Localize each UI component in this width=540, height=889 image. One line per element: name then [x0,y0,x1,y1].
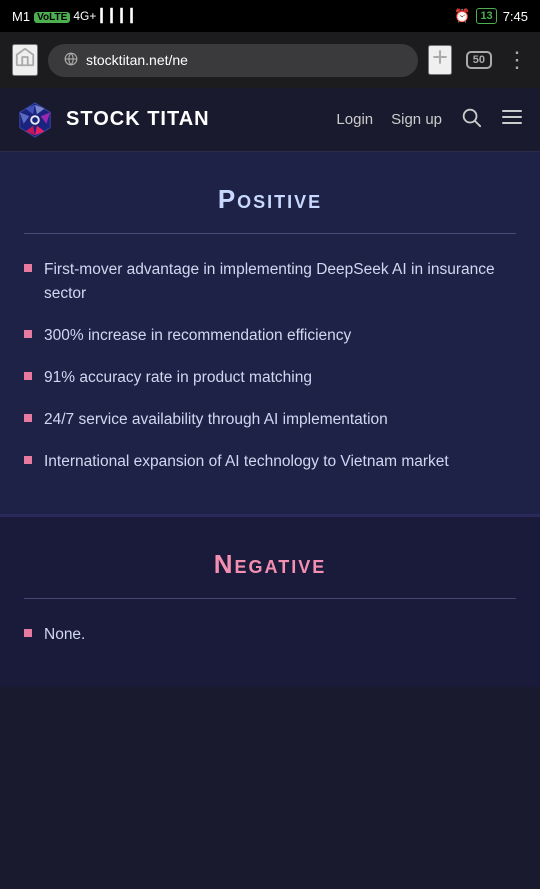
bullet-text: First-mover advantage in implementing De… [44,258,516,306]
bullet-text: 91% accuracy rate in product matching [44,366,312,390]
list-item: First-mover advantage in implementing De… [24,258,516,306]
list-item: International expansion of AI technology… [24,450,516,474]
status-bar: M1 VoLTE 4G+ ▎▎▎▎ ⏰ 13 7:45 [0,0,540,32]
bullet-icon [24,456,32,464]
bullet-icon [24,264,32,272]
hamburger-menu-button[interactable] [500,105,524,135]
tabs-button[interactable]: 50 [466,51,492,69]
login-link[interactable]: Login [336,111,373,128]
status-right: ⏰ 13 7:45 [454,8,528,24]
bullet-icon [24,330,32,338]
list-item: 24/7 service availability through AI imp… [24,408,516,432]
new-tab-button[interactable] [428,45,452,75]
alarm-icon: ⏰ [454,8,470,24]
time-display: 7:45 [503,9,528,24]
nav-links: Login Sign up [336,105,524,135]
browser-bar: stocktitan.net/ne 50 ⋮ [0,32,540,88]
bullet-text: None. [44,623,85,647]
positive-section: Positive First-mover advantage in implem… [0,152,540,517]
list-item: 91% accuracy rate in product matching [24,366,516,390]
search-button[interactable] [460,106,482,134]
main-content: Positive First-mover advantage in implem… [0,152,540,687]
status-left: M1 VoLTE 4G+ ▎▎▎▎ [12,8,140,24]
url-bar[interactable]: stocktitan.net/ne [48,44,418,77]
signup-link[interactable]: Sign up [391,111,442,128]
list-item: 300% increase in recommendation efficien… [24,324,516,348]
positive-title: Positive [24,184,516,215]
negative-divider [24,598,516,599]
network-type: VoLTE 4G+ [34,9,96,23]
bullet-text: 300% increase in recommendation efficien… [44,324,351,348]
positive-divider [24,233,516,234]
negative-title: Negative [24,549,516,580]
bullet-text: 24/7 service availability through AI imp… [44,408,388,432]
bullet-icon [24,372,32,380]
url-text: stocktitan.net/ne [86,52,188,68]
url-security-icon [64,52,78,69]
brand-name: STOCK TITAN [66,108,324,131]
bullet-icon [24,414,32,422]
battery-icon: 13 [476,8,496,24]
positive-bullets: First-mover advantage in implementing De… [24,258,516,474]
logo-icon [16,101,54,139]
carrier-text: M1 [12,9,30,24]
signal-bars: ▎▎▎▎ [100,8,140,24]
bullet-text: International expansion of AI technology… [44,450,449,474]
list-item: None. [24,623,516,647]
nav-header: STOCK TITAN Login Sign up [0,88,540,152]
home-button[interactable] [12,44,38,76]
bullet-icon [24,629,32,637]
negative-bullets: None. [24,623,516,647]
browser-actions: 50 ⋮ [428,45,528,75]
menu-button[interactable]: ⋮ [506,47,528,73]
negative-section: Negative None. [0,517,540,687]
